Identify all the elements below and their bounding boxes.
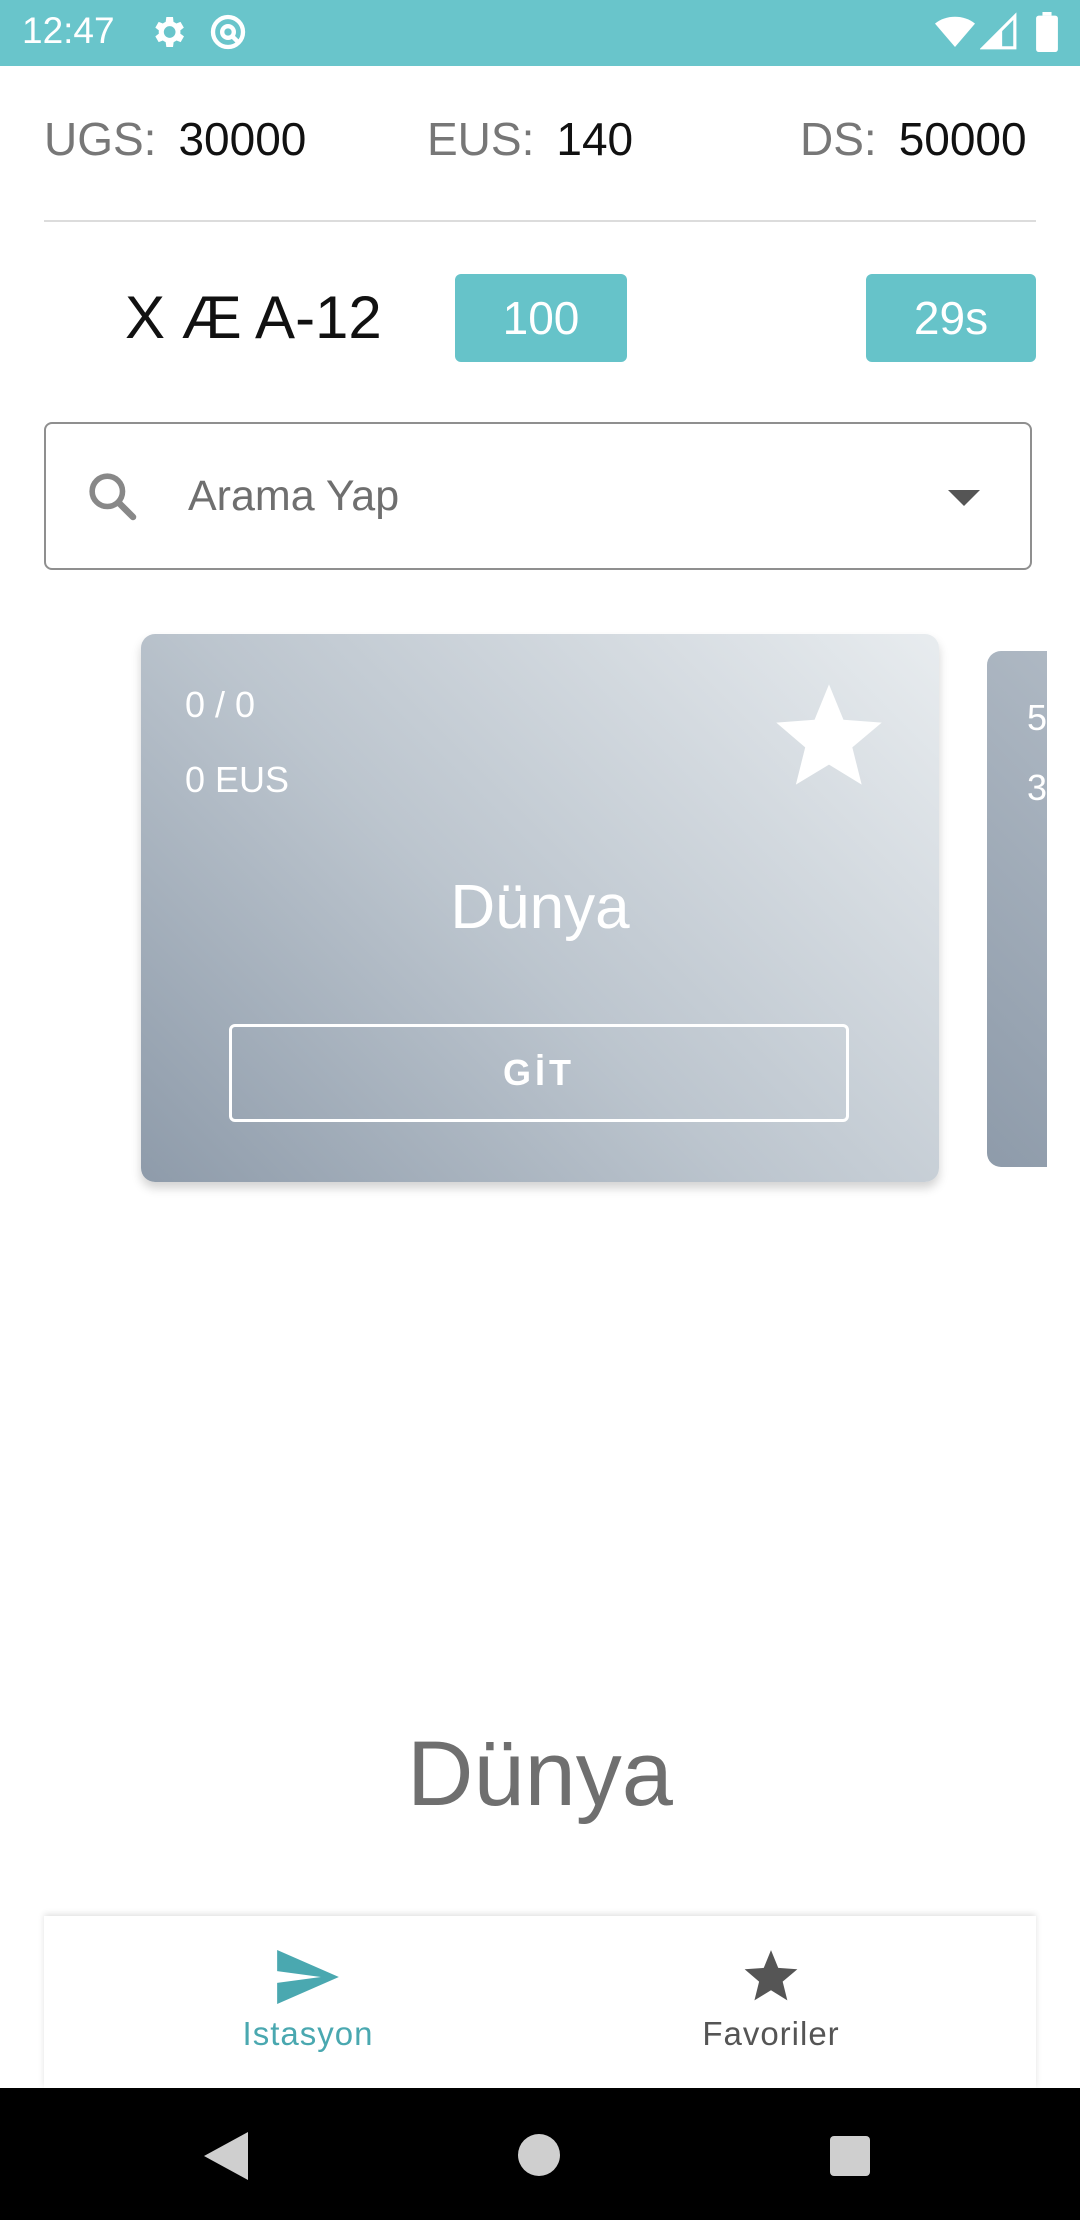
value-badge: 100 — [455, 274, 627, 362]
recents-icon[interactable] — [830, 2136, 870, 2181]
favorite-star-icon[interactable] — [773, 684, 885, 797]
star-icon — [743, 1950, 799, 2008]
stat-value: 30000 — [178, 113, 307, 165]
card-cost: 0 EUS — [185, 759, 290, 800]
stat-eus: EUS: 140 — [427, 112, 633, 166]
ship-name: X Æ A-12 — [125, 284, 382, 351]
card-count: 0 / 0 — [185, 684, 256, 725]
stat-value: 50000 — [898, 113, 1027, 165]
tab-favoriler[interactable]: Favoriler — [621, 1950, 921, 2053]
go-button[interactable]: GİT — [229, 1024, 849, 1122]
search-icon — [84, 468, 140, 529]
stats-row: UGS: 30000 EUS: 140 DS: 50000 — [0, 112, 1080, 182]
sync-icon — [208, 12, 248, 57]
divider — [44, 220, 1036, 222]
card-cost: 3 — [1027, 767, 1047, 808]
stat-value: 140 — [556, 113, 634, 165]
tab-istasyon[interactable]: Istasyon — [158, 1950, 458, 2053]
stat-label: UGS: — [44, 113, 157, 165]
send-icon — [277, 1950, 339, 2008]
dropdown-arrow-icon[interactable] — [948, 490, 980, 506]
signal-icon — [979, 12, 1018, 57]
search-placeholder: Arama Yap — [188, 472, 400, 520]
stat-ds: DS: 50000 — [800, 112, 1027, 166]
settings-icon — [148, 12, 188, 57]
timer-badge: 29s — [866, 274, 1036, 362]
search-dropdown[interactable]: Arama Yap — [44, 422, 1032, 570]
battery-icon — [1035, 12, 1059, 57]
home-icon[interactable] — [518, 2134, 560, 2181]
status-time: 12:47 — [22, 10, 115, 51]
station-card: 0 / 0 0 EUS Dünya GİT — [141, 634, 939, 1182]
card-station-name: Dünya — [450, 873, 630, 942]
stat-label: EUS: — [427, 113, 535, 165]
tab-label: Favoriler — [702, 2015, 840, 2052]
stat-ugs: UGS: 30000 — [44, 112, 306, 166]
stat-label: DS: — [800, 113, 877, 165]
wifi-icon — [935, 12, 975, 57]
status-bar: 12:47 — [0, 0, 1080, 66]
bottom-navigation: Istasyon Favoriler — [44, 1916, 1036, 2088]
next-station-card[interactable]: 5 3 — [987, 651, 1047, 1167]
current-station-title: Dünya — [407, 1723, 673, 1825]
tab-label: Istasyon — [242, 2015, 374, 2052]
system-navigation-bar — [0, 2088, 1080, 2220]
card-count: 5 — [1027, 697, 1047, 738]
back-icon[interactable] — [204, 2132, 248, 2185]
